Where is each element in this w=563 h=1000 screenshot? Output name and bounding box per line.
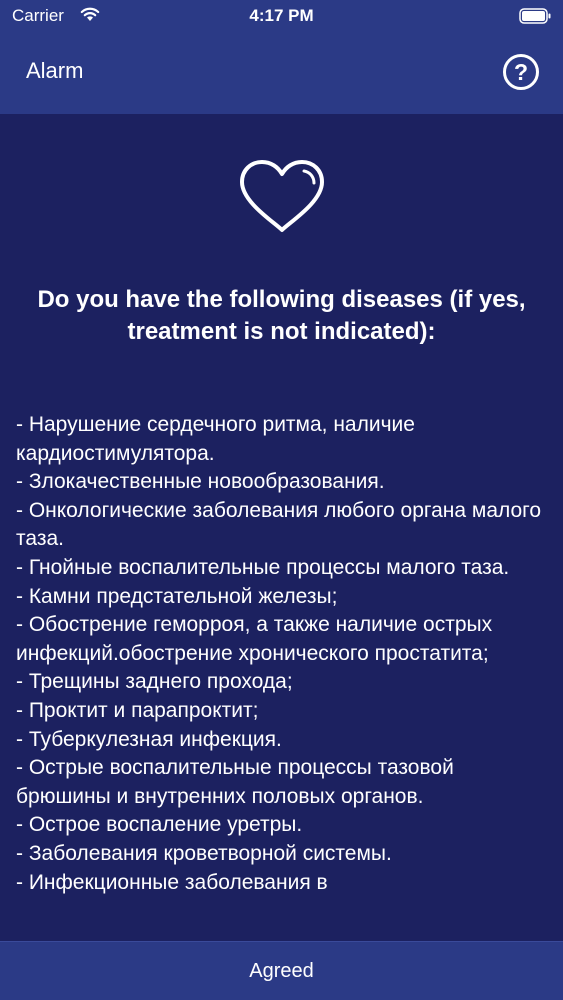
list-item: - Проктит и парапроктит; <box>16 698 259 722</box>
status-time: 4:17 PM <box>249 6 314 25</box>
question-circle-icon: ? <box>513 59 529 85</box>
list-item: - Злокачественные новообразования. <box>16 470 385 494</box>
page-title: Alarm <box>26 58 84 83</box>
list-item: - Острые воспалительные процессы тазовой… <box>16 756 454 808</box>
question-heading: Do you have the following diseases (if y… <box>37 286 526 345</box>
heart-outline-icon <box>240 160 324 232</box>
list-item: - Обострение геморроя, а также наличие о… <box>16 613 493 665</box>
help-button[interactable]: ? <box>503 54 539 90</box>
list-item: - Камни предстательной железы; <box>16 584 338 608</box>
list-item: - Заболевания кроветворной системы. <box>16 841 392 865</box>
list-item: - Трещины заднего прохода; <box>16 670 293 694</box>
disease-content[interactable]: Do you have the following diseases (if y… <box>0 114 563 941</box>
nav-bar: Alarm ? <box>0 32 563 114</box>
agreed-button[interactable]: Agreed <box>0 941 563 1000</box>
list-item: - Онкологические заболевания любого орга… <box>16 498 542 551</box>
list-item: - Острое воспаление уретры. <box>16 813 303 837</box>
list-item: - Инфекционные заболевания в <box>16 870 328 894</box>
list-item: - Туберкулезная инфекция. <box>16 727 282 751</box>
list-item: - Нарушение сердечного ритма, наличие ка… <box>16 413 415 465</box>
battery-icon <box>519 8 551 24</box>
status-bar: Carrier 4:17 PM <box>0 0 563 32</box>
disease-list: - Нарушение сердечного ритма, наличие ка… <box>16 411 546 897</box>
list-item: - Гнойные воспалительные процессы малого… <box>16 555 510 579</box>
